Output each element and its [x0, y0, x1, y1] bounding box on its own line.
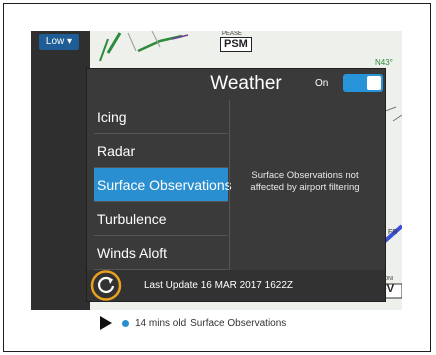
detail-message: Surface Observations not affected by air… [250, 170, 360, 193]
status-age: 14 mins old [135, 317, 187, 329]
weather-dialog: Weather On Icing Radar Surface Observati… [86, 68, 386, 302]
list-item-turbulence[interactable]: Turbulence [94, 202, 228, 236]
sidebar: Low ▾ Wx [31, 31, 90, 310]
map-label-psm[interactable]: PSM [220, 37, 252, 52]
list-item-radar[interactable]: Radar [94, 134, 228, 168]
status-bar: 14 mins old Surface Observations [100, 315, 286, 331]
toggle-label: On [315, 78, 329, 89]
last-update-label: Last Update [144, 280, 198, 291]
map-label-n43: N43° [375, 58, 393, 67]
toggle-knob [367, 76, 381, 90]
play-icon[interactable] [100, 316, 112, 330]
list-item-winds-aloft[interactable]: Winds Aloft [94, 236, 228, 270]
dialog-footer: Last Update 16 MAR 2017 1622Z [87, 270, 385, 301]
refresh-icon[interactable] [89, 270, 123, 301]
weather-layer-list: Icing Radar Surface Observations Turbule… [94, 100, 232, 270]
last-update: Last Update 16 MAR 2017 1622Z [144, 270, 293, 301]
status-layer: Surface Observations [190, 317, 287, 329]
map-label-fr: FR [388, 229, 398, 236]
layer-selector-button[interactable]: Low ▾ [39, 34, 79, 50]
status-dot-icon [122, 319, 129, 327]
detail-pane: Surface Observations not affected by air… [229, 100, 381, 270]
dialog-title: Weather [210, 73, 282, 94]
list-item-surface-observations[interactable]: Surface Observations [94, 168, 232, 202]
last-update-value: 16 MAR 2017 1622Z [200, 280, 293, 291]
weather-toggle[interactable] [343, 74, 383, 92]
list-item-icing[interactable]: Icing [94, 100, 228, 134]
